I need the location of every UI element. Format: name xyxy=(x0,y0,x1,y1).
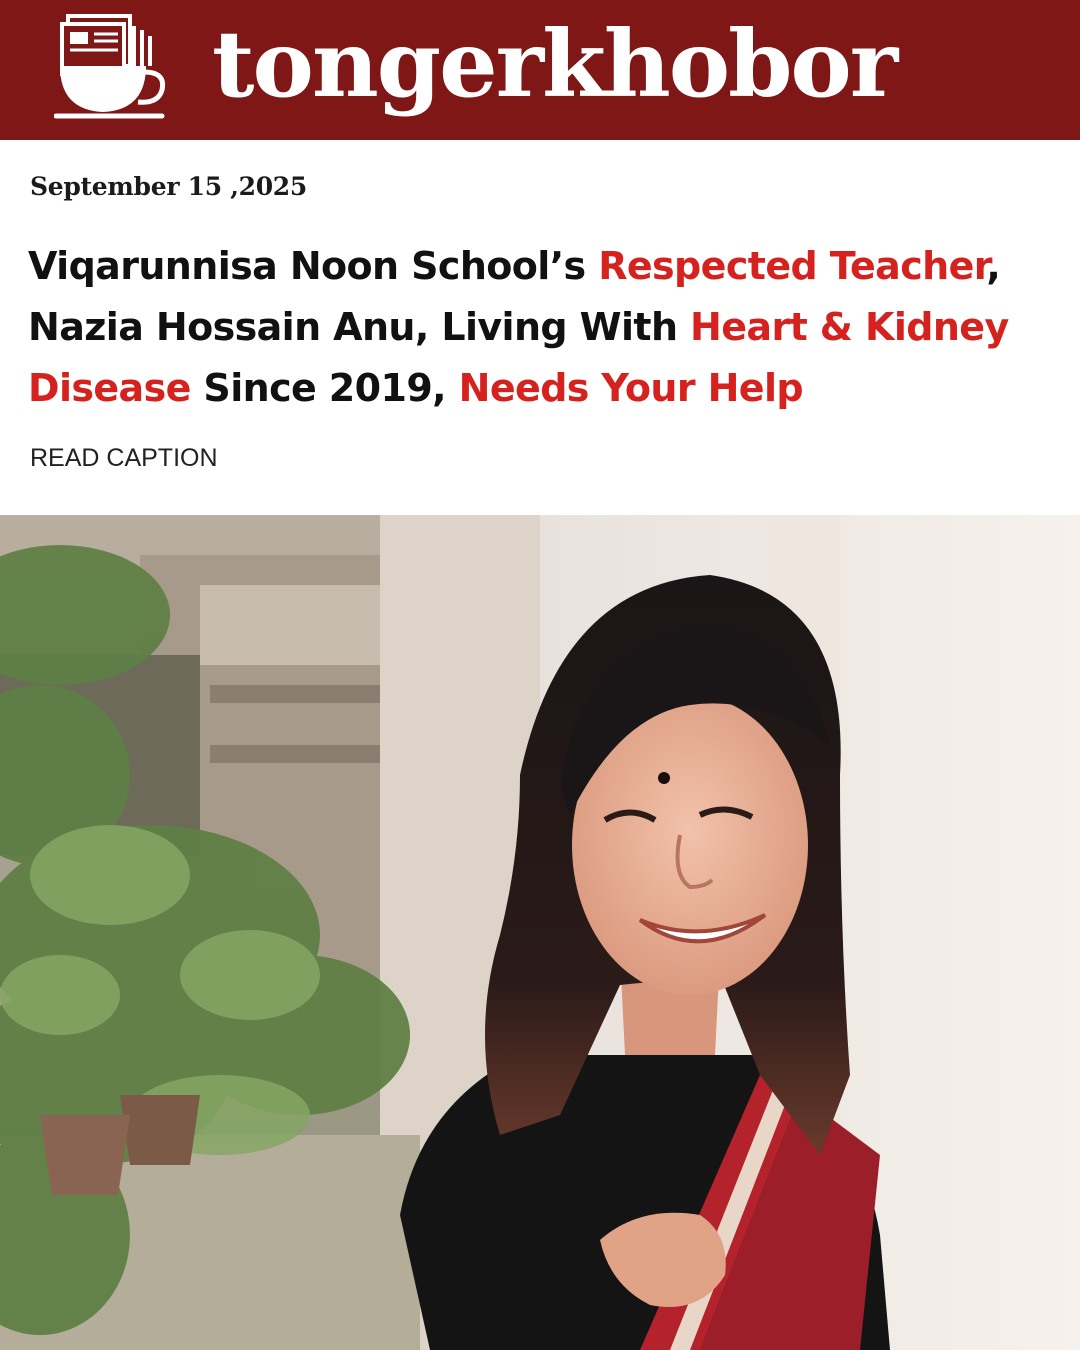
headline-highlight: Disease xyxy=(28,366,191,410)
brand-name[interactable]: tongerkhobor xyxy=(212,4,898,124)
headline-text: Since 2019, xyxy=(190,366,459,410)
headline-line-2: Nazia Hossain Anu, Living With Heart & K… xyxy=(28,297,1058,358)
headline-line-3: Disease Since 2019, Needs Your Help xyxy=(28,358,1058,419)
article-date: September 15 ,2025 xyxy=(30,172,307,201)
newspaper-teacup-icon xyxy=(54,14,166,119)
portrait-photo xyxy=(0,515,1080,1350)
site-header: tongerkhobor xyxy=(0,0,1080,140)
headline-text: Nazia Hossain Anu, Living With xyxy=(28,305,691,349)
headline-highlight: Needs Your Help xyxy=(458,366,804,410)
post-page: tongerkhobor September 15 ,2025 Viqarunn… xyxy=(0,0,1080,1350)
headline-highlight: Heart & Kidney xyxy=(690,305,1009,349)
read-caption-link[interactable]: READ CAPTION xyxy=(30,444,218,473)
headline-line-1: Viqarunnisa Noon School’s Respected Teac… xyxy=(28,236,1058,297)
portrait-illustration xyxy=(0,515,1080,1350)
headline-highlight: Respected Teacher xyxy=(598,244,987,288)
article-headline: Viqarunnisa Noon School’s Respected Teac… xyxy=(28,236,1058,419)
headline-text: Viqarunnisa Noon School’s xyxy=(28,244,599,288)
headline-text: , xyxy=(986,244,1001,288)
